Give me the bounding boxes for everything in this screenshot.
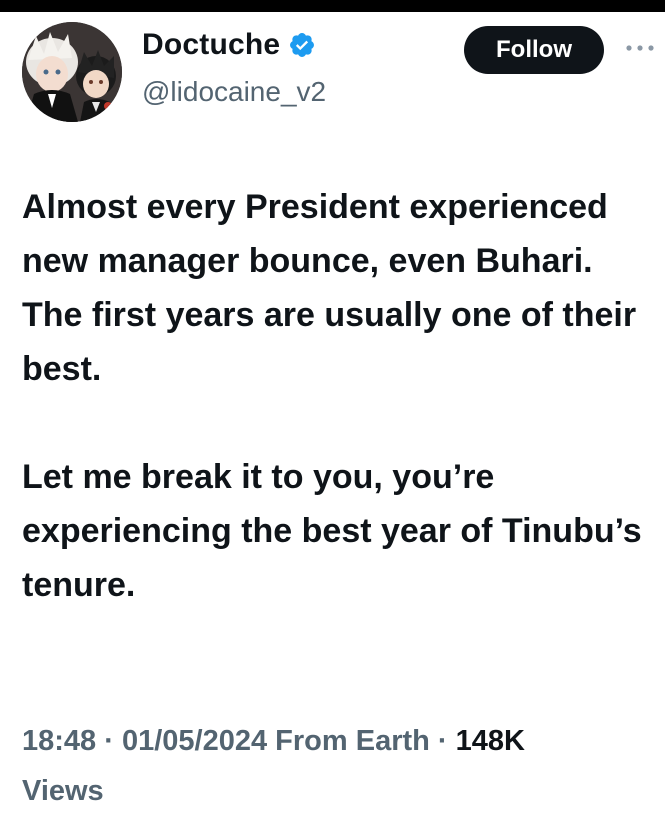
- tweet-paragraph: Let me break it to you, you’re experienc…: [22, 458, 642, 604]
- author-handle[interactable]: @lidocaine_v2: [142, 76, 326, 108]
- status-bar-strip: [0, 0, 665, 12]
- author-name-row: Doctuche: [142, 28, 316, 62]
- tweet-source: From Earth: [275, 725, 430, 757]
- tweet-metadata: 18:48 · 01/05/2024 From Earth · 148K View…: [22, 725, 525, 807]
- tweet-text: Almost every President experienced new m…: [22, 180, 642, 612]
- author-display-name[interactable]: Doctuche: [142, 28, 280, 62]
- avatar[interactable]: [22, 22, 122, 122]
- anime-characters-avatar-icon: [22, 22, 122, 122]
- tweet-time[interactable]: 18:48: [22, 725, 96, 757]
- more-options-icon[interactable]: [622, 36, 658, 60]
- verified-badge-icon: [288, 31, 316, 59]
- views-count: 148K: [455, 725, 525, 757]
- tweet-date[interactable]: 01/05/2024: [122, 725, 267, 757]
- views-label: Views: [22, 775, 104, 807]
- follow-button[interactable]: Follow: [464, 26, 604, 74]
- tweet-paragraph: Almost every President experienced new m…: [22, 188, 637, 388]
